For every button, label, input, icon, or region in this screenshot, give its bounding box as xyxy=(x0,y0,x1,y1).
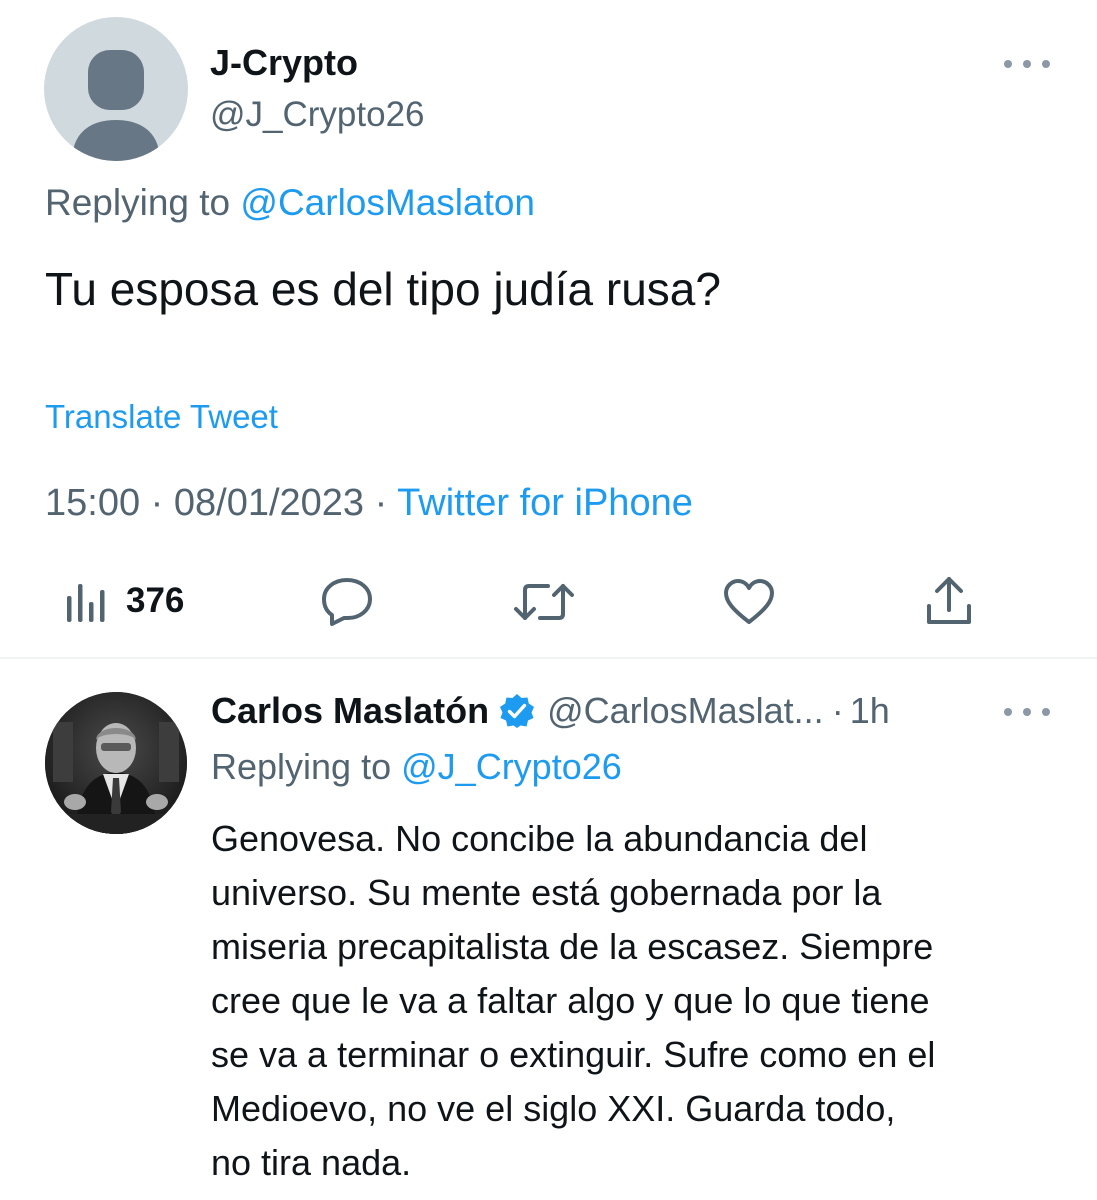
meta-separator: · xyxy=(150,482,164,524)
tweet-meta: 15:00 · 08/01/2023 · Twitter for iPhone xyxy=(45,482,693,525)
reply-text-line: miseria precapitalista de la escasez. Si… xyxy=(211,926,934,967)
reply-text: Genovesa. No concibe la abundancia del u… xyxy=(211,812,1081,1190)
like-icon[interactable] xyxy=(722,578,776,626)
portrait-photo xyxy=(45,692,187,834)
reply-replying-to: Replying to @J_Crypto26 xyxy=(211,746,622,788)
meta-separator: · xyxy=(831,690,844,731)
author-avatar[interactable] xyxy=(44,17,188,161)
reply-author-handle[interactable]: @CarlosMaslat... xyxy=(547,690,824,732)
reply-header: Carlos Maslatón @CarlosMaslat... · 1h xyxy=(211,688,890,734)
replying-prefix: Replying to xyxy=(45,182,231,223)
default-avatar-icon xyxy=(72,50,160,161)
analytics-icon xyxy=(67,584,105,622)
reply-time[interactable]: 1h xyxy=(850,690,890,732)
replying-to-link[interactable]: @J_Crypto26 xyxy=(401,746,622,787)
reply-text-line: no tira nada. xyxy=(211,1142,412,1183)
reply-author-avatar[interactable] xyxy=(45,692,187,834)
replying-to-link[interactable]: @CarlosMaslaton xyxy=(240,182,535,223)
reply-author-name[interactable]: Carlos Maslatón xyxy=(211,690,489,732)
retweet-icon[interactable] xyxy=(512,580,576,624)
share-icon[interactable] xyxy=(924,574,974,628)
reply-icon[interactable] xyxy=(320,576,374,626)
tweet-time: 15:00 xyxy=(45,482,141,524)
more-options-icon[interactable] xyxy=(1004,58,1050,70)
tweet-text: Tu esposa es del tipo judía rusa? xyxy=(45,263,721,315)
tweet-source-link[interactable]: Twitter for iPhone xyxy=(397,482,693,524)
reply-text-line: Medioevo, no ve el siglo XXI. Guarda tod… xyxy=(211,1088,896,1129)
translate-tweet-link[interactable]: Translate Tweet xyxy=(45,398,278,436)
more-options-icon[interactable] xyxy=(1004,706,1050,718)
verified-badge-icon xyxy=(500,694,535,728)
views-count: 376 xyxy=(126,581,185,620)
tweet-date: 08/01/2023 xyxy=(173,482,365,524)
divider xyxy=(0,657,1097,659)
reply-text-line: cree que le va a faltar algo y que lo qu… xyxy=(211,980,930,1021)
author-name[interactable]: J-Crypto xyxy=(210,42,358,84)
reply-text-line: universo. Su mente está gobernada por la xyxy=(211,872,882,913)
replying-prefix: Replying to xyxy=(211,746,392,787)
views-button[interactable]: 376 xyxy=(66,580,184,622)
reply-text-line: se va a terminar o extinguir. Sufre como… xyxy=(211,1034,936,1075)
replying-to: Replying to @CarlosMaslaton xyxy=(45,182,535,224)
reply-text-line: Genovesa. No concibe la abundancia del xyxy=(211,818,868,859)
author-handle[interactable]: @J_Crypto26 xyxy=(210,95,425,135)
meta-separator: · xyxy=(374,482,388,524)
